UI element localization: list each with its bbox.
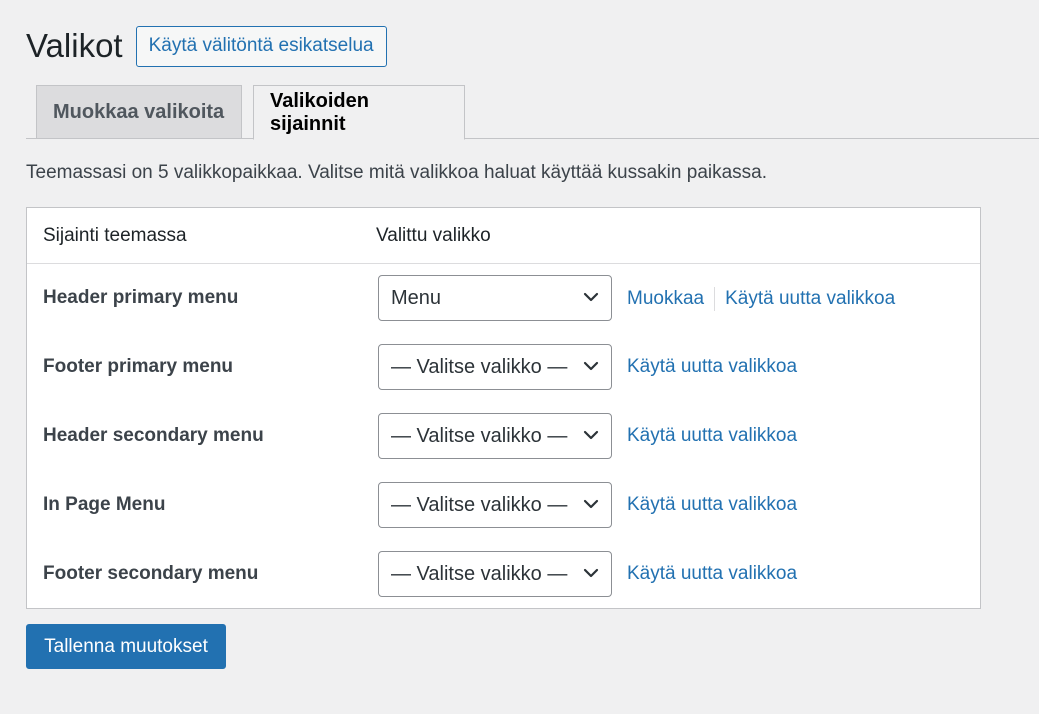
edit-menu-link[interactable]: Muokkaa (627, 288, 704, 310)
menu-select[interactable]: — Valitse valikko — (378, 344, 612, 390)
chevron-down-icon (583, 361, 599, 371)
chevron-down-icon (583, 499, 599, 509)
row-actions: Käytä uutta valikkoa (627, 563, 797, 585)
row-actions: Käytä uutta valikkoa (627, 425, 797, 447)
table-row: Header primary menu Menu Muokkaa Käytä u… (27, 275, 980, 321)
menu-select[interactable]: — Valitse valikko — (378, 551, 612, 597)
table-row: In Page Menu — Valitse valikko — Käytä u… (27, 482, 980, 528)
tab-menu-locations[interactable]: Valikoiden sijainnit (253, 85, 465, 140)
use-new-menu-link[interactable]: Käytä uutta valikkoa (627, 425, 797, 447)
table-row: Footer secondary menu — Valitse valikko … (27, 551, 980, 597)
table-header: Sijainti teemassa Valittu valikko (27, 208, 980, 264)
location-label: Header primary menu (43, 287, 239, 308)
location-label: In Page Menu (43, 494, 166, 515)
use-new-menu-link[interactable]: Käytä uutta valikkoa (627, 563, 797, 585)
save-changes-button[interactable]: Tallenna muutokset (26, 624, 226, 669)
location-label: Header secondary menu (43, 425, 264, 446)
select-value: Menu (391, 286, 442, 309)
use-new-menu-link[interactable]: Käytä uutta valikkoa (725, 288, 895, 310)
row-actions: Käytä uutta valikkoa (627, 494, 797, 516)
page-title: Valikot (26, 27, 123, 64)
chevron-down-icon (583, 292, 599, 302)
menus-screen: Valikot Käytä välitöntä esikatselua Muok… (0, 0, 1039, 714)
table-row: Footer primary menu — Valitse valikko — … (27, 344, 980, 390)
select-value: — Valitse valikko — (391, 562, 568, 585)
menu-select[interactable]: Menu (378, 275, 612, 321)
column-header-location: Sijainti teemassa (43, 225, 187, 246)
location-label: Footer primary menu (43, 356, 234, 377)
use-new-menu-link[interactable]: Käytä uutta valikkoa (627, 356, 797, 378)
location-label: Footer secondary menu (43, 563, 259, 584)
divider (714, 287, 716, 311)
menu-select[interactable]: — Valitse valikko — (378, 482, 612, 528)
locations-description: Teemassasi on 5 valikkopaikkaa. Valitse … (26, 162, 768, 183)
select-value: — Valitse valikko — (391, 355, 568, 378)
row-actions: Muokkaa Käytä uutta valikkoa (627, 287, 895, 311)
chevron-down-icon (583, 430, 599, 440)
table-row: Header secondary menu — Valitse valikko … (27, 413, 980, 459)
nav-tabs: Muokkaa valikoita Valikoiden sijainnit (26, 85, 1039, 140)
row-actions: Käytä uutta valikkoa (627, 356, 797, 378)
use-new-menu-link[interactable]: Käytä uutta valikkoa (627, 494, 797, 516)
tab-edit-menus[interactable]: Muokkaa valikoita (36, 85, 242, 139)
column-header-selected-menu: Valittu valikko (376, 225, 491, 246)
page-header: Valikot Käytä välitöntä esikatselua (26, 24, 387, 68)
select-value: — Valitse valikko — (391, 493, 568, 516)
live-preview-button[interactable]: Käytä välitöntä esikatselua (135, 25, 387, 67)
chevron-down-icon (583, 568, 599, 578)
select-value: — Valitse valikko — (391, 424, 568, 447)
menu-select[interactable]: — Valitse valikko — (378, 413, 612, 459)
menu-locations-table: Sijainti teemassa Valittu valikko Header… (26, 207, 981, 609)
